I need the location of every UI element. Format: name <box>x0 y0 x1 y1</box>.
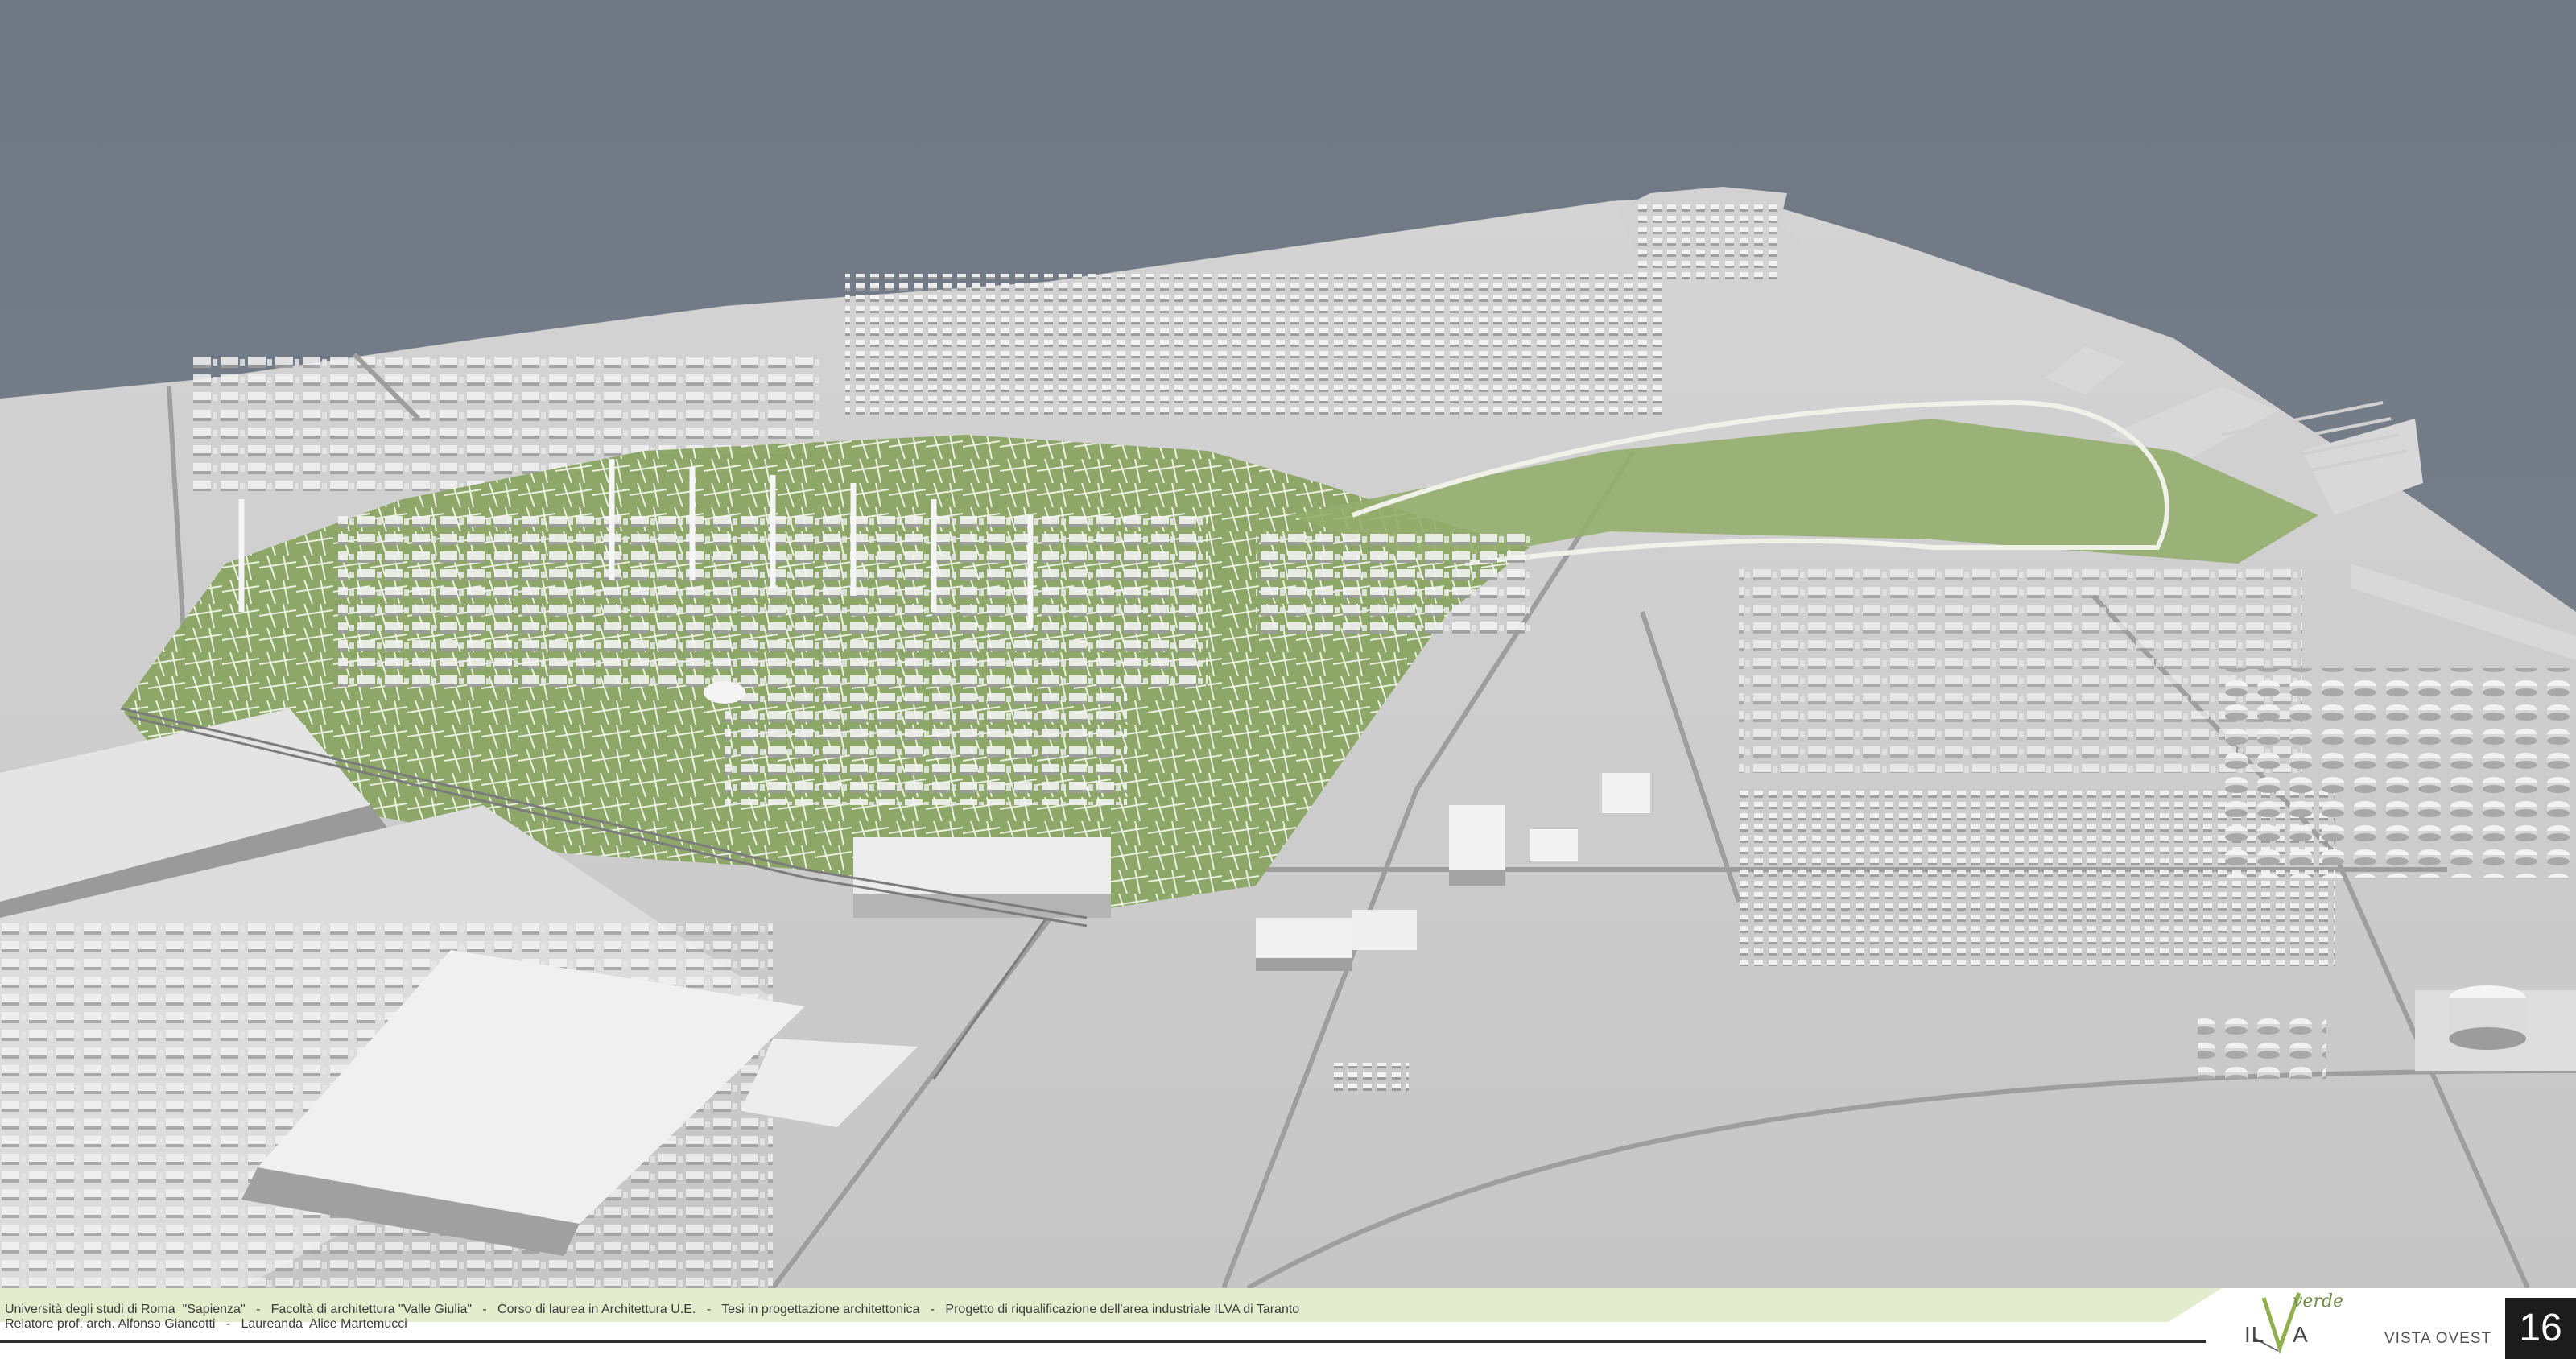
east-district-buildings <box>1739 564 2302 773</box>
logo-text-a: A <box>2293 1322 2308 1347</box>
aerial-render <box>0 0 2576 1288</box>
town-fabric-upper <box>845 274 1666 419</box>
aerial-view-illustration <box>0 0 2576 1288</box>
page-number: 16 <box>2505 1298 2576 1359</box>
tank-cluster-south <box>2198 1014 2326 1079</box>
view-label: VISTA OVEST <box>2384 1330 2492 1347</box>
large-tank <box>2415 985 2576 1071</box>
gas-holder <box>704 681 745 704</box>
credits-line-1: Università degli studi di Roma "Sapienza… <box>5 1303 1300 1316</box>
logo-text-verde: verde <box>2293 1291 2344 1311</box>
title-block: Università degli studi di Roma "Sapienza… <box>0 1288 2576 1359</box>
logo-text-il: IL <box>2244 1322 2265 1347</box>
oil-tank-farm <box>2222 668 2576 878</box>
credits-line-2: Relatore prof. arch. Alfonso Giancotti -… <box>5 1317 407 1331</box>
ilva-verde-logo: IL A verde <box>2230 1290 2343 1354</box>
footer-rule <box>0 1340 2206 1343</box>
old-town-blocks <box>1634 201 1779 282</box>
